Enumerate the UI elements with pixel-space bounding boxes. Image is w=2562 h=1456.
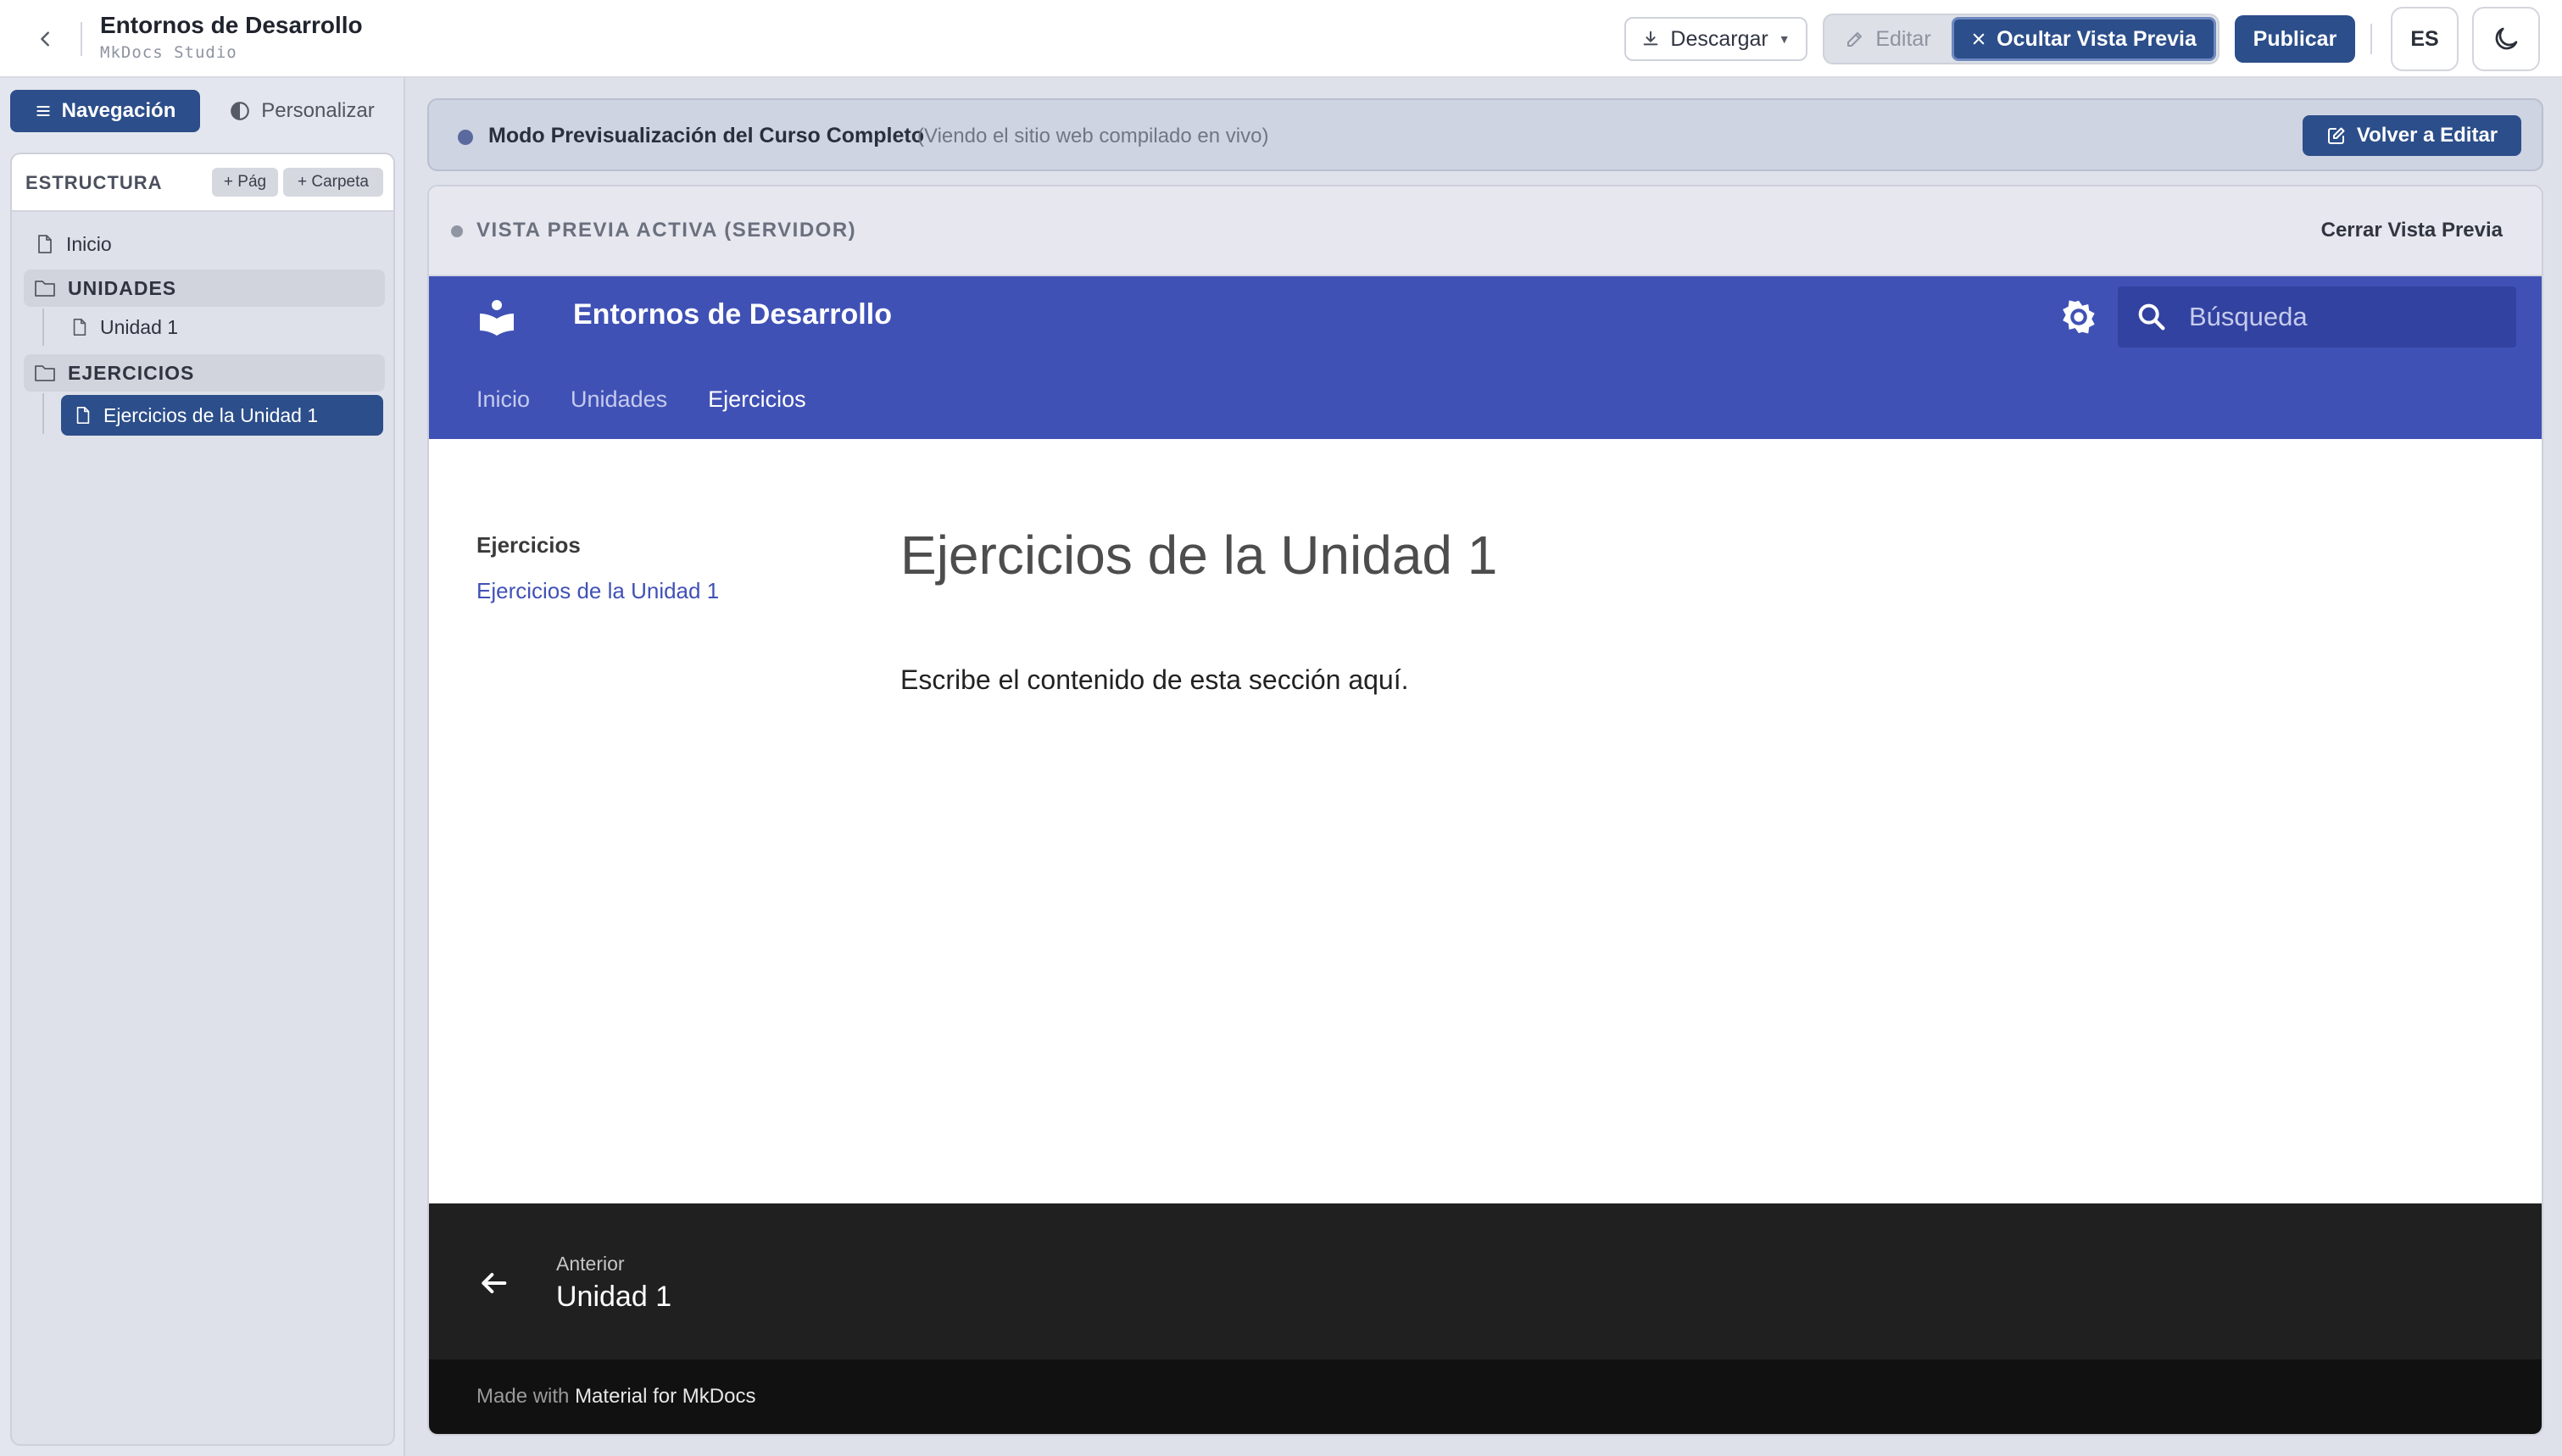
site-tab-ejercicios[interactable]: Ejercicios [708, 386, 806, 413]
previous-title: Unidad 1 [556, 1281, 672, 1313]
book-logo-icon[interactable] [476, 297, 517, 337]
hide-preview-button[interactable]: Ocultar Vista Previa [1952, 17, 2216, 61]
moon-icon [2495, 27, 2518, 50]
edit-icon [2327, 127, 2345, 144]
made-with-link[interactable]: Material for MkDocs [575, 1385, 755, 1408]
tab-navigation-label: Navegación [61, 99, 176, 122]
preview-status-label: VISTA PREVIA ACTIVA (SERVIDOR) [476, 219, 857, 242]
tab-navigation[interactable]: Navegación [10, 90, 200, 132]
back-to-edit-button[interactable]: Volver a Editar [2303, 115, 2521, 156]
site-footer: Anterior Unidad 1 [429, 1203, 2542, 1359]
language-button[interactable]: ES [2391, 7, 2459, 71]
site-search-input[interactable]: Búsqueda [2118, 286, 2516, 347]
download-icon [1644, 31, 1658, 46]
tree-folder-ejercicios[interactable]: EJERCICIOS [24, 354, 385, 392]
hide-preview-label: Ocultar Vista Previa [1997, 26, 2197, 51]
status-dot [458, 130, 473, 145]
search-icon [2138, 303, 2165, 331]
structure-header: ESTRUCTURA + Pág + Carpeta [12, 154, 393, 212]
divider [2370, 24, 2372, 54]
add-folder-button[interactable]: + Carpeta [283, 168, 383, 197]
tree-folder-label: UNIDADES [68, 276, 177, 299]
contrast-icon [231, 102, 250, 120]
tree-item-label: Inicio [66, 232, 112, 255]
site-title[interactable]: Entornos de Desarrollo [573, 298, 892, 331]
made-with-text: Made with Material for MkDocs [476, 1385, 755, 1409]
tree-guide-line [42, 393, 44, 434]
side-nav-title: Ejercicios [476, 532, 581, 558]
banner-note: (Viendo el sitio web compilado en vivo) [917, 125, 1269, 147]
tab-customize-label: Personalizar [261, 99, 375, 122]
tree-item-inicio[interactable]: Inicio [25, 225, 382, 263]
close-icon [1973, 33, 1985, 45]
arrow-left-icon [482, 1273, 507, 1293]
side-nav-link[interactable]: Ejercicios de la Unidad 1 [476, 578, 719, 604]
theme-toggle-icon[interactable] [2055, 293, 2103, 341]
banner-title: Modo Previsualización del Curso Completo [488, 124, 924, 147]
preview-mode-banner: Modo Previsualización del Curso Completo… [427, 98, 2543, 171]
close-preview-button[interactable]: Cerrar Vista Previa [2321, 219, 2503, 242]
tab-customize[interactable]: Personalizar [217, 90, 387, 132]
divider [81, 22, 82, 56]
publish-button[interactable]: Publicar [2235, 15, 2355, 63]
file-icon [38, 235, 52, 253]
edit-label: Editar [1875, 26, 1931, 51]
tree-folder-label: EJERCICIOS [68, 361, 195, 384]
previous-label: Anterior [556, 1253, 625, 1275]
tree-item-label: Ejercicios de la Unidad 1 [103, 403, 319, 426]
tree-item-unidad-1[interactable]: Unidad 1 [61, 308, 383, 346]
edit-icon [1847, 32, 1863, 47]
page-text: Escribe el contenido de esta sección aqu… [900, 664, 1409, 695]
file-icon [76, 407, 90, 424]
app-subtitle: MkDocs Studio [100, 43, 237, 62]
structure-panel: ESTRUCTURA + Pág + Carpeta Inicio UNIDAD… [10, 153, 395, 1446]
edit-mode-button[interactable]: Editar [1833, 19, 1943, 59]
back-button[interactable] [29, 22, 63, 56]
add-page-button[interactable]: + Pág [212, 168, 278, 197]
search-placeholder: Búsqueda [2189, 302, 2308, 331]
caret-down-icon: ▼ [1778, 32, 1791, 46]
tree-folder-unidades[interactable]: UNIDADES [24, 270, 385, 307]
site-content: Ejercicios Ejercicios de la Unidad 1 Eje… [429, 439, 2542, 1202]
made-with-prefix: Made with [476, 1385, 570, 1408]
tree-item-ejercicios-unidad-1[interactable]: Ejercicios de la Unidad 1 [61, 395, 383, 436]
download-label: Descargar [1670, 26, 1768, 51]
site-header: Entornos de Desarrollo Búsqueda Inicio U… [429, 276, 2542, 439]
site-tab-inicio[interactable]: Inicio [476, 386, 530, 413]
top-bar: Entornos de Desarrollo MkDocs Studio Des… [0, 0, 2562, 78]
site-meta-footer: Made with Material for MkDocs [429, 1359, 2542, 1434]
folder-icon [35, 281, 55, 297]
download-button[interactable]: Descargar ▼ [1624, 17, 1807, 61]
folder-icon [35, 365, 55, 381]
page-title: Ejercicios de la Unidad 1 [900, 525, 1498, 586]
preview-header: VISTA PREVIA ACTIVA (SERVIDOR) Cerrar Vi… [429, 186, 2542, 276]
preview-frame: VISTA PREVIA ACTIVA (SERVIDOR) Cerrar Vi… [427, 185, 2543, 1436]
site-tabs: Inicio Unidades Ejercicios [476, 386, 806, 413]
chevron-left-icon [41, 31, 49, 47]
status-dot [451, 225, 463, 237]
menu-icon [36, 106, 50, 116]
structure-title: ESTRUCTURA [25, 172, 163, 193]
back-to-edit-label: Volver a Editar [2356, 124, 2498, 147]
app-title: Entornos de Desarrollo [100, 12, 363, 38]
tree-item-label: Unidad 1 [100, 315, 179, 338]
sidebar: Navegación Personalizar ESTRUCTURA + Pág… [0, 78, 405, 1456]
theme-toggle-button[interactable] [2472, 7, 2540, 71]
previous-page-link[interactable]: Anterior Unidad 1 [476, 1253, 671, 1314]
tree-guide-line [42, 308, 44, 346]
file-icon [73, 319, 86, 336]
site-tab-unidades[interactable]: Unidades [571, 386, 667, 413]
